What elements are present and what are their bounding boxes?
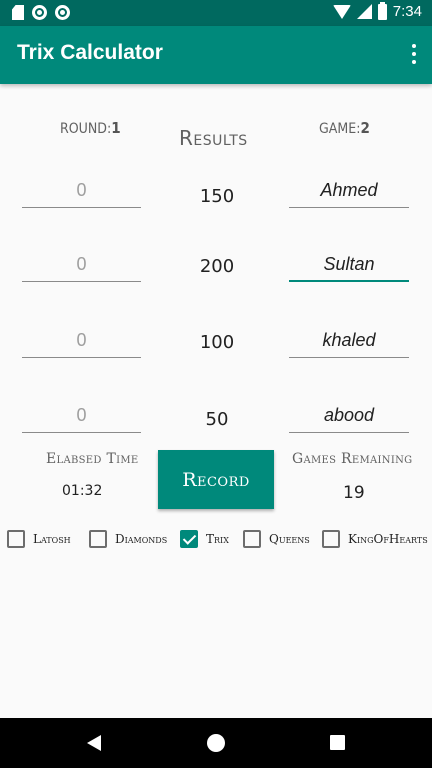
round-value: 1 [111,119,121,137]
checkbox-label: Queens [269,532,310,546]
elapsed-time-value: 01:32 [62,483,103,499]
recents-icon[interactable] [330,735,345,750]
games-remaining-label: Games Remaining [292,451,413,467]
checkbox-trix[interactable]: Trix [180,530,229,548]
sd-card-icon [12,5,24,20]
score-input-3[interactable]: 0 [22,328,141,358]
checkbox-icon[interactable] [322,530,340,548]
checkbox-icon[interactable] [89,530,107,548]
game-indicator: GAME:2 [319,119,370,137]
battery-icon [377,1,387,20]
round-label: ROUND: [60,121,112,137]
checkbox-label: Trix [206,532,229,546]
navigation-bar [0,718,432,768]
checkbox-icon[interactable] [7,530,25,548]
notification-icon [55,5,70,20]
results-title: Results [179,126,248,150]
result-value-2: 200 [199,256,235,277]
player-name-4[interactable]: abood [289,403,409,433]
checkbox-diamonds[interactable]: Diamonds [89,530,167,548]
checkbox-label: Latosh [33,532,71,546]
score-input-2[interactable]: 0 [22,252,141,282]
player-name-3[interactable]: khaled [289,328,409,358]
checkbox-queens[interactable]: Queens [243,530,310,548]
status-time: 7:34 [392,3,422,20]
result-value-1: 150 [199,186,235,207]
result-value-3: 100 [199,332,235,353]
checkbox-icon[interactable] [243,530,261,548]
round-indicator: ROUND:1 [60,119,121,137]
game-label: GAME: [319,121,361,137]
games-remaining-value: 19 [343,483,365,503]
notification-icon [32,5,47,20]
checkbox-checked-icon[interactable] [180,530,198,548]
result-value-4: 50 [205,409,229,430]
player-name-2[interactable]: Sultan [289,252,409,282]
elapsed-time-label: Elabsed Time [46,451,139,467]
wifi-icon [332,4,351,19]
overflow-menu-icon[interactable] [412,44,416,64]
signal-icon [356,4,372,19]
checkbox-label: KingOfHearts [348,532,428,546]
checkbox-kingofhearts[interactable]: KingOfHearts [322,530,428,548]
app-bar: Trix Calculator [0,26,432,84]
game-value: 2 [360,119,370,137]
record-button[interactable]: Record [158,450,274,509]
back-icon[interactable] [87,735,101,751]
score-input-4[interactable]: 0 [22,403,141,433]
player-name-1[interactable]: Ahmed [289,178,409,208]
home-icon[interactable] [207,734,225,752]
checkbox-latosh[interactable]: Latosh [7,530,71,548]
status-bar: 7:34 [0,0,432,26]
checkbox-label: Diamonds [115,532,168,546]
score-input-1[interactable]: 0 [22,178,141,208]
app-title: Trix Calculator [17,41,163,64]
